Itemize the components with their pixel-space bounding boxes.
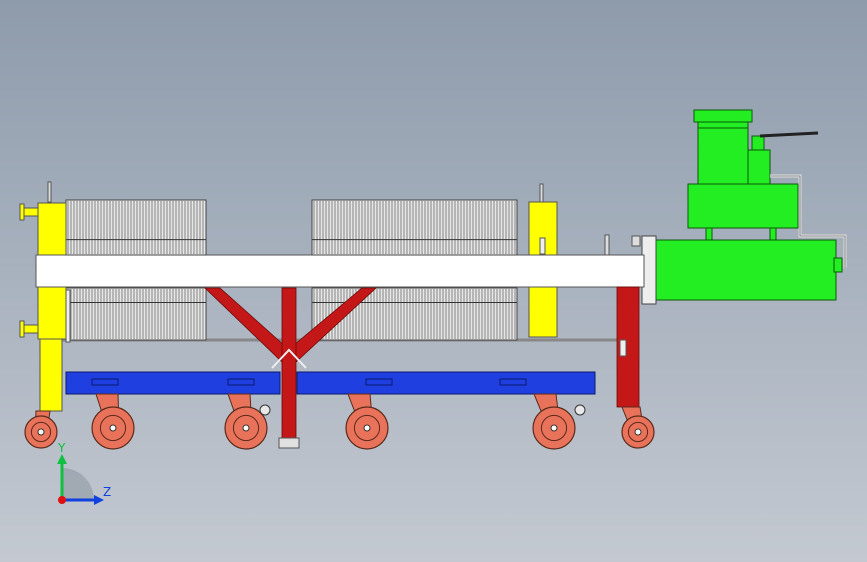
caster-4[interactable] — [345, 393, 389, 450]
brace-left — [204, 287, 296, 363]
reservoir[interactable] — [687, 183, 799, 229]
x-axis-dot — [58, 496, 66, 504]
caster-hub — [37, 428, 45, 436]
reservoir-foot-right — [769, 227, 777, 241]
caster-hub — [550, 424, 558, 432]
head-upper — [37, 202, 67, 256]
cad-viewport[interactable]: Y Z — [0, 0, 867, 562]
head-lower — [37, 286, 67, 340]
caster-2[interactable] — [91, 393, 135, 450]
valve-block[interactable] — [747, 149, 771, 185]
feed-port-top-flange — [19, 203, 25, 221]
main-beam[interactable] — [35, 254, 645, 288]
cart-right[interactable] — [296, 371, 596, 395]
caster-5[interactable] — [532, 393, 576, 450]
plates-left-upper[interactable] — [65, 199, 207, 256]
reservoir-foot-left — [705, 227, 713, 241]
caster-hub — [109, 424, 117, 432]
movable-head-handle[interactable] — [539, 237, 546, 255]
caster-hub — [242, 424, 250, 432]
center-post — [281, 287, 297, 439]
y-axis-label: Y — [57, 441, 66, 455]
movable-head-lower — [528, 286, 558, 338]
fixed-head[interactable] — [19, 181, 71, 412]
casters[interactable] — [24, 393, 655, 450]
caster-7 — [574, 404, 586, 416]
cart-left[interactable] — [65, 371, 281, 395]
head-leg — [39, 338, 63, 412]
carts[interactable] — [65, 371, 596, 395]
head-bracket — [65, 289, 71, 343]
feed-port-bottom-flange — [19, 320, 25, 338]
hydraulic-unit[interactable] — [641, 109, 847, 305]
caster-hub — [634, 428, 642, 436]
plates-left-lower[interactable] — [65, 287, 207, 341]
valve-knob[interactable] — [751, 135, 765, 151]
motor-cap — [693, 109, 753, 123]
plates-right-upper[interactable] — [311, 199, 518, 256]
caster-3[interactable] — [224, 393, 268, 450]
z-axis-label: Z — [103, 485, 111, 499]
lift-eye-post-2 — [631, 235, 641, 247]
aux-wheel-1 — [259, 404, 271, 416]
y-axis-head — [57, 454, 67, 464]
coordinate-triad: Y Z — [57, 441, 111, 505]
center-foot[interactable] — [278, 437, 300, 449]
triad-quadrant — [62, 468, 94, 500]
plates-right-upper-body — [311, 199, 518, 256]
right-post-bracket — [619, 339, 627, 357]
cylinder-end-cap — [833, 257, 843, 273]
valve-handle[interactable] — [759, 131, 819, 138]
hydraulic-cylinder[interactable] — [653, 239, 837, 301]
lift-eye-left — [47, 181, 52, 203]
caster-1[interactable] — [24, 410, 58, 449]
lift-eye-post — [604, 234, 610, 256]
caster-hub — [363, 424, 371, 432]
lift-eye-right — [539, 183, 544, 203]
caster-6[interactable] — [621, 406, 655, 449]
